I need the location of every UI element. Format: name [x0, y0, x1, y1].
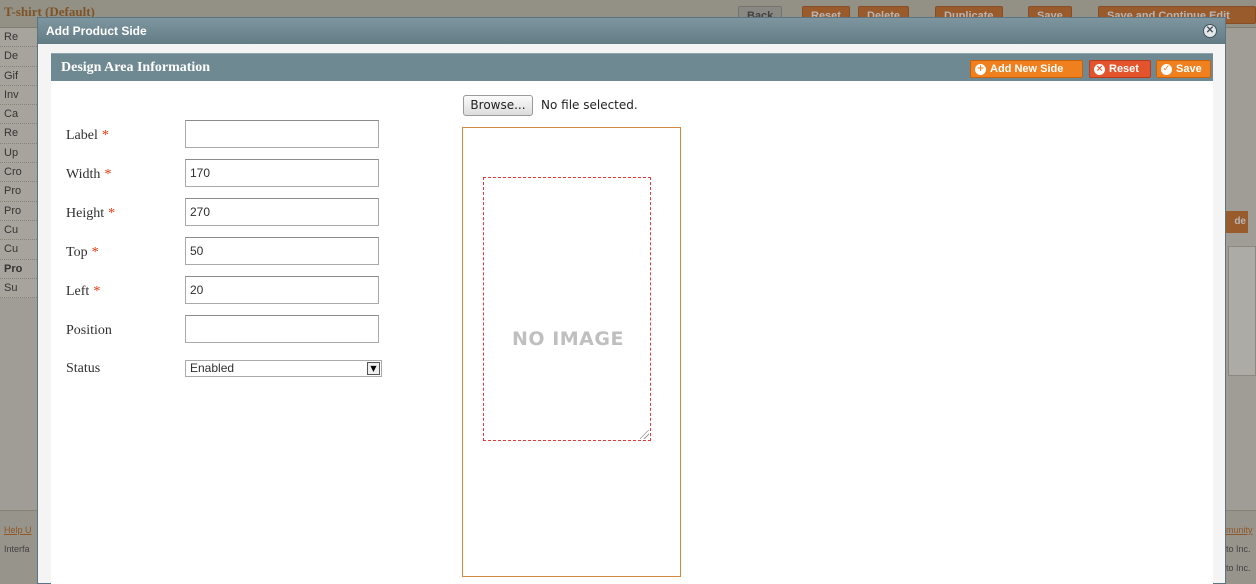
add-product-side-modal: Add Product Side ✕ Design Area Informati…: [37, 17, 1226, 584]
modal-title: Add Product Side: [46, 24, 147, 38]
required-marker: *: [93, 284, 101, 299]
required-marker: *: [108, 206, 116, 221]
status-field-label: Status: [66, 361, 101, 376]
resize-handle-icon[interactable]: [640, 430, 649, 439]
left-field-label: Left *: [66, 284, 100, 300]
required-marker: *: [91, 245, 99, 260]
required-marker: *: [104, 167, 112, 182]
modal-titlebar: Add Product Side ✕: [38, 18, 1225, 44]
side-image-preview: NO IMAGE: [462, 127, 681, 577]
label-input[interactable]: [185, 120, 379, 148]
height-input[interactable]: [185, 198, 379, 226]
add-new-side-button[interactable]: + Add New Side: [970, 60, 1083, 78]
add-new-side-label: Add New Side: [990, 63, 1064, 75]
position-row: Position: [51, 315, 471, 345]
width-field-label: Width *: [66, 167, 111, 183]
required-marker: *: [101, 128, 109, 143]
left-input[interactable]: [185, 276, 379, 304]
form-content: Label* Width* Height* Top*: [51, 81, 1213, 584]
no-image-placeholder: NO IMAGE: [512, 328, 624, 350]
close-icon[interactable]: ✕: [1203, 24, 1217, 38]
top-row: Top *: [51, 237, 471, 267]
left-row: Left *: [51, 276, 471, 306]
checkmark-icon: ✓: [1161, 63, 1172, 75]
status-selected-value: Enabled: [190, 361, 235, 375]
width-input[interactable]: [185, 159, 379, 187]
left-field-label-text: Left: [66, 284, 90, 299]
top-field-label-text: Top: [66, 245, 88, 260]
save-label: Save: [1176, 63, 1202, 75]
width-field-label-text: Width: [66, 167, 101, 182]
label-row: Label *: [51, 120, 471, 150]
width-row: Width *: [51, 159, 471, 189]
position-field-label: Position: [66, 323, 112, 338]
height-row: Height *: [51, 198, 471, 228]
save-button[interactable]: ✓ Save: [1156, 60, 1211, 78]
browse-button[interactable]: Browse...: [463, 95, 533, 116]
height-field-label-text: Height: [66, 206, 105, 221]
label-field-label: Label *: [66, 128, 109, 144]
dropdown-arrow-icon: ▼: [367, 362, 380, 375]
reset-label: Reset: [1109, 63, 1139, 75]
design-area-box[interactable]: NO IMAGE: [483, 177, 651, 441]
status-select[interactable]: Enabled ▼: [185, 360, 382, 377]
top-field-label: Top *: [66, 245, 99, 261]
height-field-label: Height *: [66, 206, 115, 222]
cancel-circle-icon: ×: [1094, 63, 1105, 75]
position-input[interactable]: [185, 315, 379, 343]
status-row: Status Enabled ▼: [51, 360, 471, 390]
file-status: No file selected.: [541, 98, 638, 112]
section-title: Design Area Information: [61, 60, 211, 75]
label-field-label-text: Label: [66, 128, 98, 143]
section-header: Design Area Information + Add New Side ×…: [51, 53, 1213, 81]
top-input[interactable]: [185, 237, 379, 265]
reset-button[interactable]: × Reset: [1089, 60, 1151, 78]
plus-icon: +: [975, 63, 986, 75]
